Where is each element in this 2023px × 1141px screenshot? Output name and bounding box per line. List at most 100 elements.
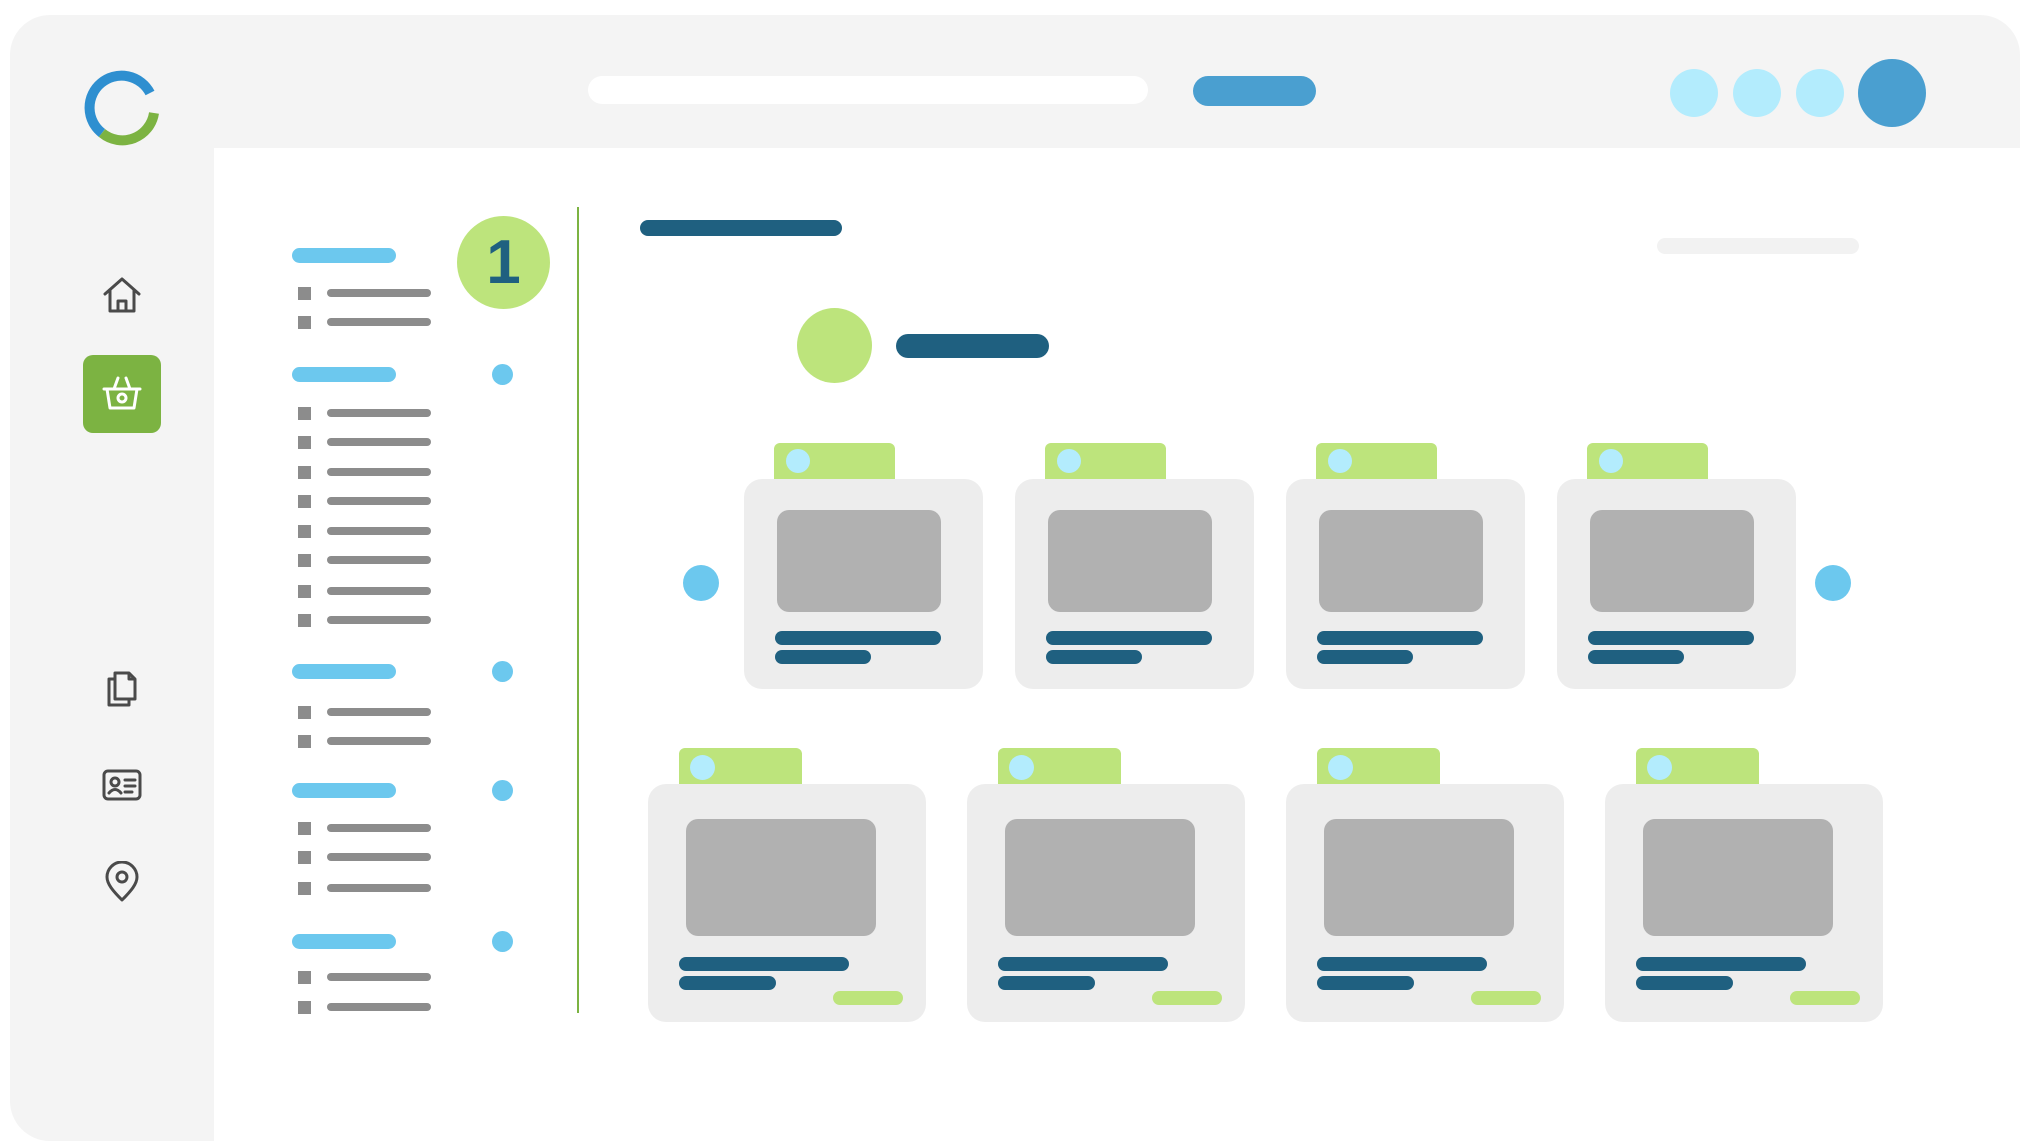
- carousel-next-arrow[interactable]: [1815, 565, 1851, 601]
- filter-option-label[interactable]: [327, 616, 431, 624]
- product-image: [1590, 510, 1754, 612]
- filter-group-header[interactable]: [292, 367, 396, 382]
- sidebar-item-basket[interactable]: [83, 355, 161, 433]
- product-title: [998, 957, 1168, 971]
- product-subtitle: [998, 976, 1095, 990]
- product-title: [1588, 631, 1754, 645]
- filter-group-header[interactable]: [292, 934, 396, 949]
- filter-checkbox[interactable]: [298, 614, 311, 627]
- product-image: [777, 510, 941, 612]
- filter-group-header[interactable]: [292, 248, 396, 263]
- filter-option-label[interactable]: [327, 318, 431, 326]
- filter-checkbox[interactable]: [298, 316, 311, 329]
- card-tag-icon: [1647, 755, 1672, 780]
- filter-group-indicator: [492, 780, 513, 801]
- filter-checkbox[interactable]: [298, 525, 311, 538]
- filter-option-label[interactable]: [327, 587, 431, 595]
- product-image: [1643, 819, 1833, 936]
- product-subtitle: [1046, 650, 1142, 664]
- card-tag-icon: [1328, 755, 1353, 780]
- filter-option-label[interactable]: [327, 824, 431, 832]
- product-subtitle: [1317, 650, 1413, 664]
- carousel-prev-arrow[interactable]: [683, 565, 719, 601]
- category-icon: [797, 308, 872, 383]
- home-icon: [103, 277, 141, 313]
- filter-checkbox[interactable]: [298, 495, 311, 508]
- product-subtitle: [1636, 976, 1733, 990]
- step-badge: 1: [457, 216, 550, 309]
- filter-group-indicator: [492, 931, 513, 952]
- filter-checkbox[interactable]: [298, 287, 311, 300]
- product-subtitle: [679, 976, 776, 990]
- filter-checkbox[interactable]: [298, 735, 311, 748]
- card-tag-icon: [690, 755, 715, 780]
- filter-option-label[interactable]: [327, 289, 431, 297]
- filter-option-label[interactable]: [327, 527, 431, 535]
- product-price: [1790, 991, 1860, 1005]
- product-subtitle: [1317, 976, 1414, 990]
- filter-option-label[interactable]: [327, 737, 431, 745]
- product-title: [1046, 631, 1212, 645]
- filter-group-indicator: [492, 364, 513, 385]
- id-card-icon: [102, 769, 142, 801]
- section-title: [640, 220, 842, 236]
- filter-option-label[interactable]: [327, 438, 431, 446]
- avatar-circle[interactable]: [1796, 69, 1844, 117]
- filter-checkbox[interactable]: [298, 585, 311, 598]
- filter-panel-divider: [577, 207, 579, 1013]
- search-bar[interactable]: [588, 76, 1148, 104]
- filter-checkbox[interactable]: [298, 407, 311, 420]
- filter-checkbox[interactable]: [298, 822, 311, 835]
- card-tag-icon: [1599, 449, 1623, 473]
- filter-option-label[interactable]: [327, 884, 431, 892]
- sidebar-item-location[interactable]: [83, 843, 161, 921]
- primary-action-button[interactable]: [1193, 76, 1316, 106]
- sort-control[interactable]: [1657, 238, 1859, 254]
- filter-group-indicator: [492, 661, 513, 682]
- filter-checkbox[interactable]: [298, 882, 311, 895]
- sidebar-item-contacts[interactable]: [83, 746, 161, 824]
- product-image: [686, 819, 876, 936]
- product-title: [775, 631, 941, 645]
- product-image: [1324, 819, 1514, 936]
- filter-checkbox[interactable]: [298, 466, 311, 479]
- filter-option-label[interactable]: [327, 853, 431, 861]
- avatar-circle[interactable]: [1670, 69, 1718, 117]
- app-logo-icon[interactable]: [80, 65, 164, 149]
- filter-checkbox[interactable]: [298, 554, 311, 567]
- documents-icon: [107, 671, 137, 707]
- product-image: [1048, 510, 1212, 612]
- filter-checkbox[interactable]: [298, 1001, 311, 1014]
- category-title: [896, 334, 1049, 358]
- filter-option-label[interactable]: [327, 708, 431, 716]
- filter-option-label[interactable]: [327, 556, 431, 564]
- filter-group-header[interactable]: [292, 783, 396, 798]
- sidebar-item-documents[interactable]: [83, 649, 161, 727]
- product-image: [1005, 819, 1195, 936]
- product-subtitle: [775, 650, 871, 664]
- product-title: [1317, 631, 1483, 645]
- filter-option-label[interactable]: [327, 409, 431, 417]
- profile-avatar[interactable]: [1858, 59, 1926, 127]
- card-tag-icon: [786, 449, 810, 473]
- filter-group-header[interactable]: [292, 664, 396, 679]
- product-image: [1319, 510, 1483, 612]
- filter-option-label[interactable]: [327, 973, 431, 981]
- filter-checkbox[interactable]: [298, 436, 311, 449]
- sidebar-item-home[interactable]: [83, 256, 161, 334]
- avatar-circle[interactable]: [1733, 69, 1781, 117]
- location-pin-icon: [105, 861, 139, 902]
- filter-option-label[interactable]: [327, 497, 431, 505]
- basket-icon: [102, 376, 142, 410]
- filter-checkbox[interactable]: [298, 706, 311, 719]
- filter-option-label[interactable]: [327, 1003, 431, 1011]
- product-title: [1317, 957, 1487, 971]
- product-price: [1471, 991, 1541, 1005]
- filter-option-label[interactable]: [327, 468, 431, 476]
- filter-checkbox[interactable]: [298, 851, 311, 864]
- step-number: 1: [486, 227, 521, 297]
- card-tag-icon: [1009, 755, 1034, 780]
- card-tag-icon: [1057, 449, 1081, 473]
- filter-checkbox[interactable]: [298, 971, 311, 984]
- product-subtitle: [1588, 650, 1684, 664]
